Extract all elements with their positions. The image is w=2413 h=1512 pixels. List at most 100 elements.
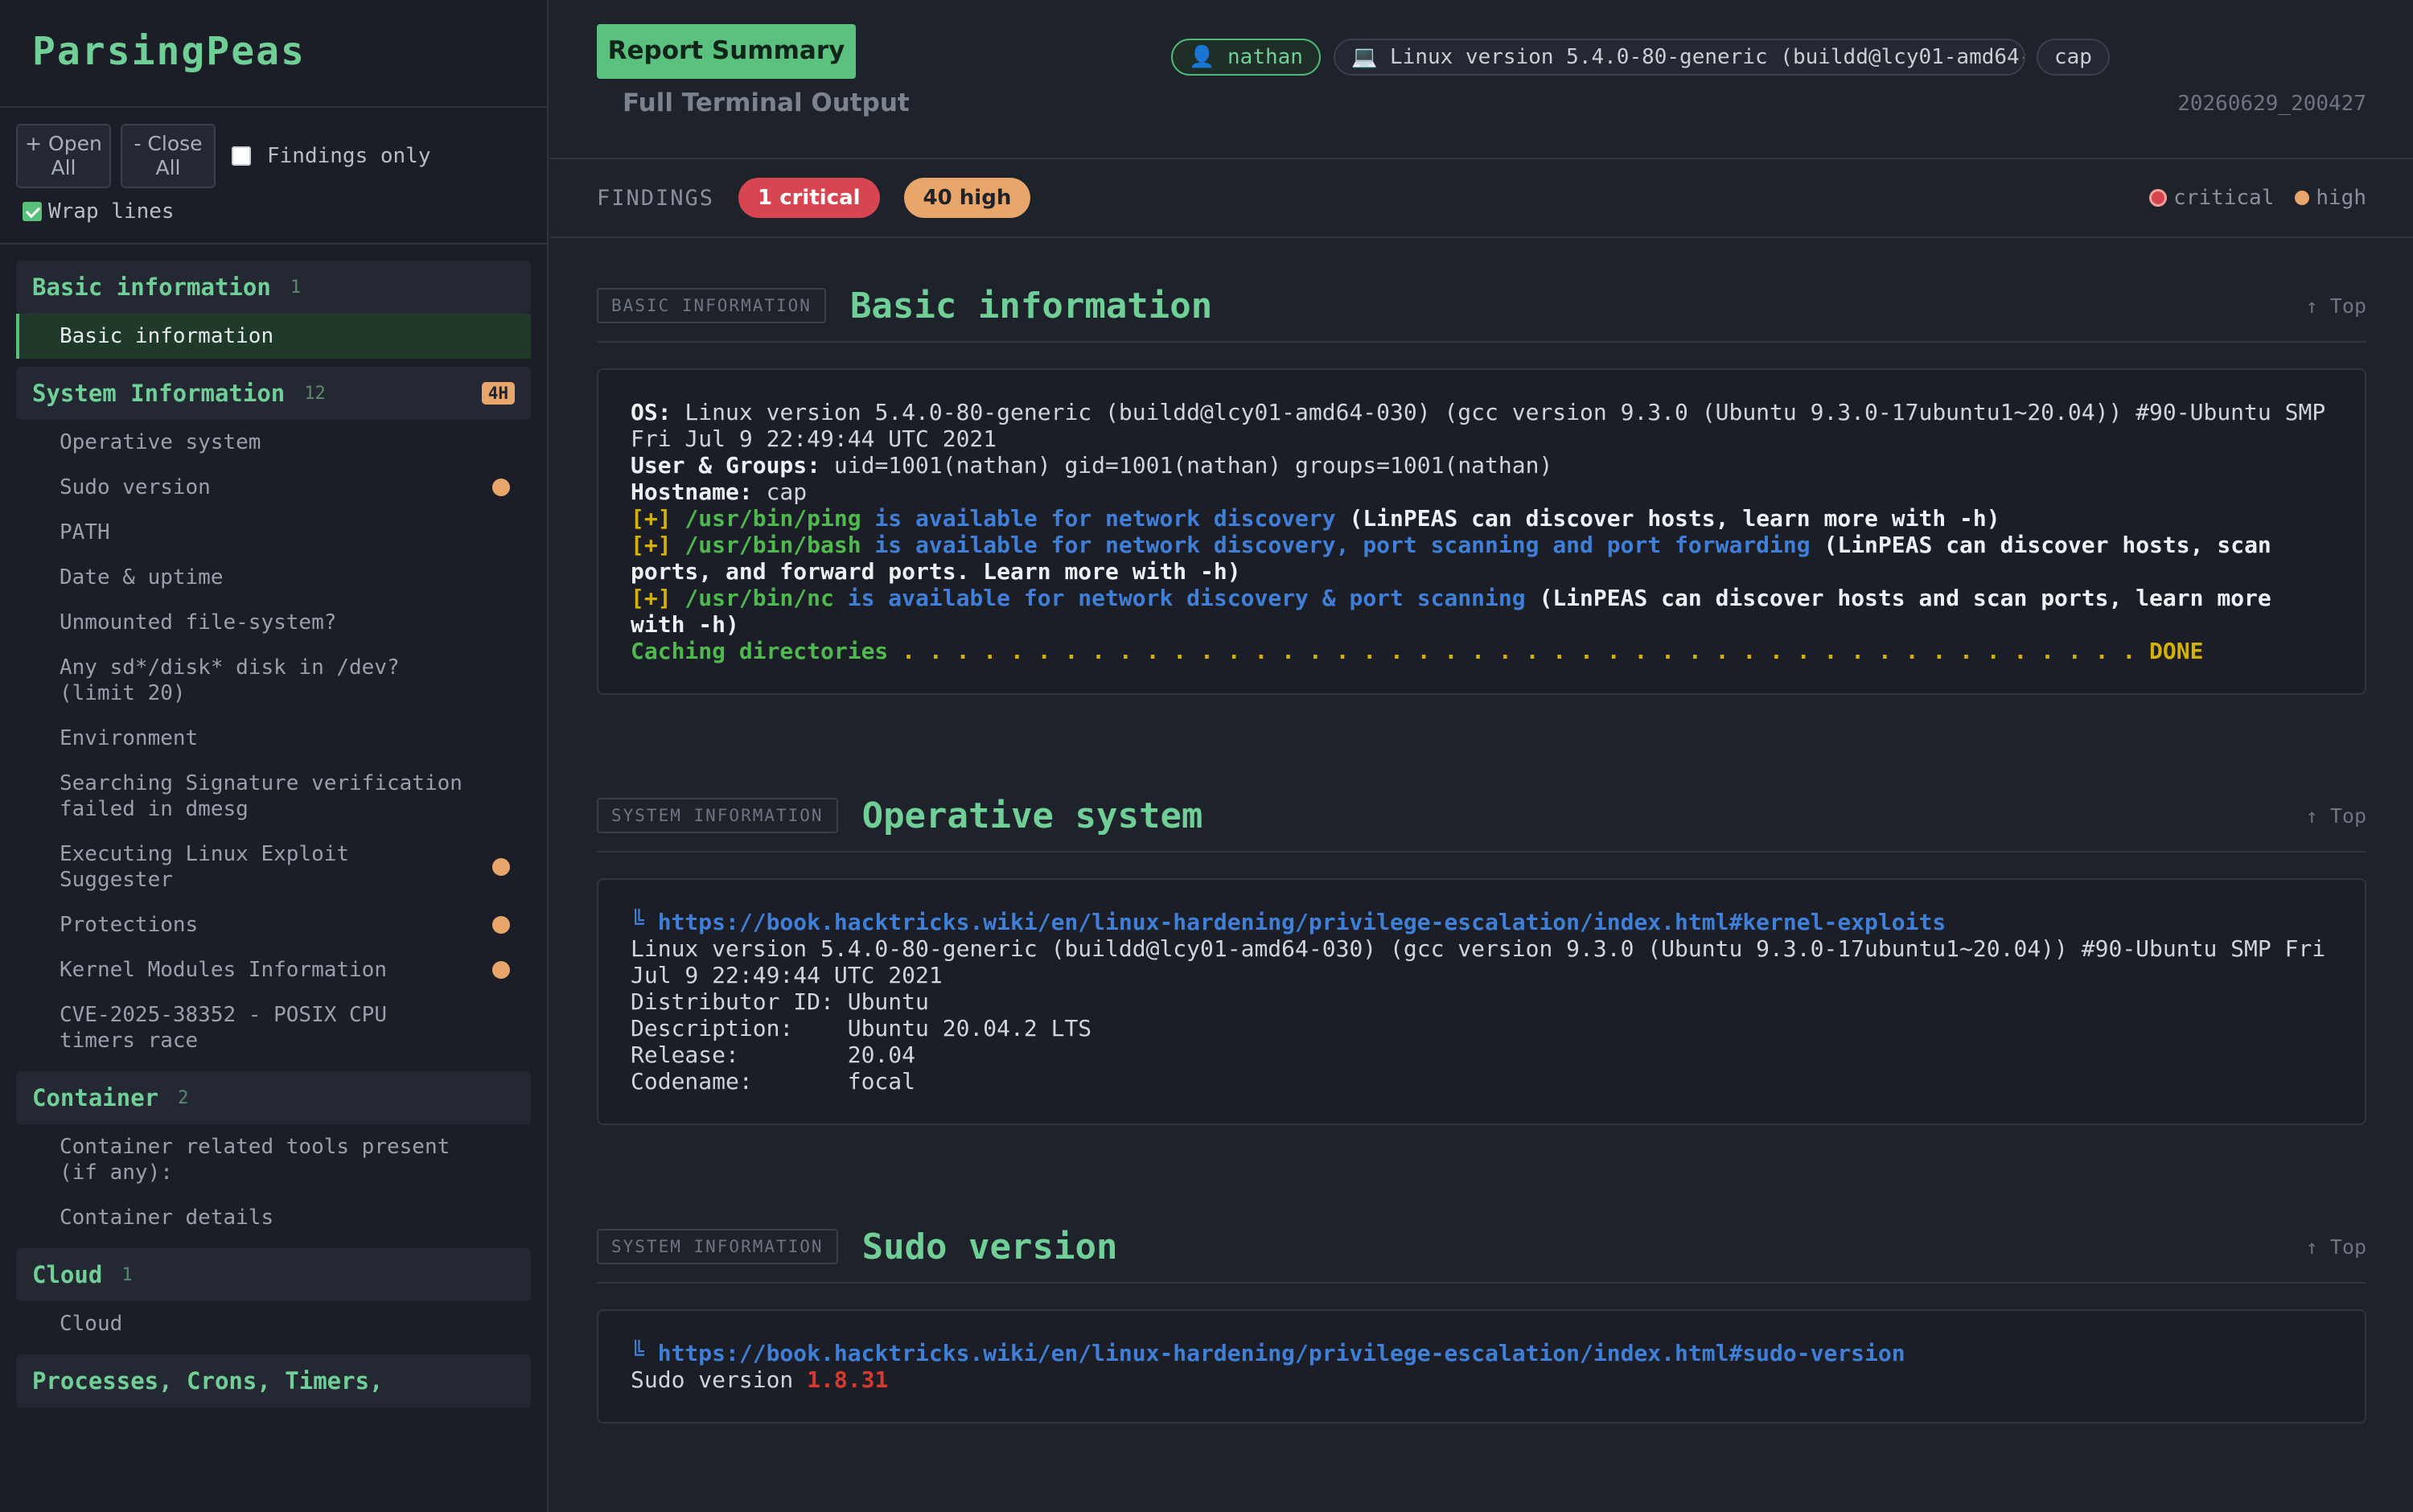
nav-item-label: Searching Signature verification failed … — [60, 771, 462, 821]
nav-group-basic-information[interactable]: Basic information 1 — [16, 261, 531, 314]
critical-legend-label: critical — [2173, 186, 2275, 210]
nav-item-label: Executing Linux Exploit Suggester — [60, 842, 350, 892]
back-to-top-link[interactable]: ↑ Top — [2306, 1235, 2366, 1259]
nav-group-count: 2 — [178, 1087, 189, 1108]
nav-item-label: Kernel Modules Information — [60, 958, 387, 982]
nav-item-environment[interactable]: Environment — [16, 716, 531, 761]
wrap-lines-label: Wrap lines — [48, 199, 175, 224]
output-line: User & Groups: uid=1001(nathan) gid=1001… — [631, 452, 1553, 479]
high-severity-dot — [492, 961, 510, 979]
high-count-badge[interactable]: 40 high — [903, 178, 1031, 218]
section-category-tag: SYSTEM INFORMATION — [597, 798, 838, 833]
findings-bar: FINDINGS 1 critical 40 high critical hig… — [550, 159, 2413, 238]
section-basic-information: BASIC INFORMATION Basic information ↑ To… — [597, 270, 2366, 695]
nav-item-basic-information[interactable]: Basic information — [16, 314, 531, 359]
nav-item-label: Basic information — [60, 324, 274, 348]
nav-item-cloud[interactable]: Cloud — [16, 1301, 531, 1346]
hostname-pill: cap — [2037, 39, 2110, 76]
user-pill: 👤 nathan — [1171, 39, 1321, 76]
nav-item-label: Container related tools present (if any)… — [60, 1135, 450, 1185]
nav-item-operative-system[interactable]: Operative system — [16, 420, 531, 465]
kernel-version: Linux version 5.4.0-80-generic (buildd@l… — [1390, 45, 2024, 69]
terminal-output: ╚ https://book.hacktricks.wiki/en/linux-… — [597, 1309, 2366, 1424]
output-line: [+] /usr/bin/ping is available for netwo… — [631, 505, 2000, 532]
severity-legend: critical high — [2149, 186, 2366, 210]
nav-item-container-details[interactable]: Container details — [16, 1195, 531, 1240]
nav-group-count: 12 — [304, 383, 326, 404]
report-timestamp: 20260629_200427 — [2177, 92, 2366, 116]
hacktricks-link[interactable]: https://book.hacktricks.wiki/en/linux-ha… — [658, 909, 1946, 935]
nav-group-cloud[interactable]: Cloud 1 — [16, 1248, 531, 1301]
nav-item-label: Unmounted file-system? — [60, 610, 337, 635]
output-line: Distributor ID: Ubuntu — [631, 988, 929, 1015]
top-bar: Report Summary Full Terminal Output 👤 na… — [550, 0, 2413, 159]
section-category-tag: SYSTEM INFORMATION — [597, 1229, 838, 1264]
findings-label: FINDINGS — [597, 185, 715, 211]
nav-item-protections[interactable]: Protections — [16, 902, 531, 947]
nav-item-signature-verification[interactable]: Searching Signature verification failed … — [16, 761, 531, 832]
output-line: Linux version 5.4.0-80-generic (buildd@l… — [631, 935, 2340, 988]
brand-logo: ParsingPeas — [0, 0, 547, 108]
nav-item-label: Any sd*/disk* disk in /dev? (limit 20) — [60, 655, 400, 705]
output-line: OS: Linux version 5.4.0-80-generic (buil… — [631, 399, 2340, 452]
laptop-icon: 💻 — [1351, 45, 1378, 69]
nav-group-title: Container — [32, 1084, 159, 1111]
wrap-lines-checkbox[interactable] — [23, 202, 42, 221]
nav-item-container-tools[interactable]: Container related tools present (if any)… — [16, 1124, 531, 1195]
nav-item-label: Environment — [60, 726, 199, 750]
section-header: SYSTEM INFORMATION Operative system ↑ To… — [597, 780, 2366, 853]
section-header: SYSTEM INFORMATION Sudo version ↑ Top — [597, 1211, 2366, 1284]
full-terminal-output-tab[interactable]: Full Terminal Output — [623, 88, 910, 117]
output-line: ╚ https://book.hacktricks.wiki/en/linux-… — [631, 1340, 2333, 1366]
section-title: Basic information — [849, 285, 1213, 327]
high-legend-label: high — [2316, 186, 2366, 210]
sudo-version-value: 1.8.31 — [807, 1366, 889, 1393]
sidebar-nav: Basic information 1 Basic information Sy… — [0, 244, 547, 1407]
section-header: BASIC INFORMATION Basic information ↑ To… — [597, 270, 2366, 343]
nav-item-label: Date & uptime — [60, 565, 224, 590]
nav-item-path[interactable]: PATH — [16, 510, 531, 555]
nav-group-title: Basic information — [32, 273, 271, 301]
nav-group-system-information[interactable]: System Information 12 4H — [16, 367, 531, 420]
critical-legend-dot — [2149, 189, 2168, 207]
open-all-button[interactable]: + Open All — [16, 124, 111, 188]
close-all-button[interactable]: - Close All — [121, 124, 216, 188]
nav-item-cve-2025-38352[interactable]: CVE-2025-38352 - POSIX CPU timers race — [16, 992, 531, 1063]
section-operative-system: SYSTEM INFORMATION Operative system ↑ To… — [597, 780, 2366, 1125]
output-line: Release: 20.04 — [631, 1042, 916, 1068]
sidebar: ParsingPeas + Open All - Close All Findi… — [0, 0, 549, 1512]
corner-icon: ╚ — [631, 1340, 658, 1366]
nav-item-label: Operative system — [60, 430, 261, 454]
nav-group-title: System Information — [32, 380, 286, 407]
terminal-output: OS: Linux version 5.4.0-80-generic (buil… — [597, 368, 2366, 695]
hacktricks-link[interactable]: https://book.hacktricks.wiki/en/linux-ha… — [658, 1340, 1905, 1366]
nav-item-date-uptime[interactable]: Date & uptime — [16, 555, 531, 600]
nav-item-disks[interactable]: Any sd*/disk* disk in /dev? (limit 20) — [16, 645, 531, 716]
nav-item-sudo-version[interactable]: Sudo version — [16, 465, 531, 510]
critical-count-badge[interactable]: 1 critical — [738, 178, 880, 218]
report-summary-button[interactable]: Report Summary — [597, 24, 856, 79]
nav-item-label: Container details — [60, 1206, 274, 1230]
nav-group-container[interactable]: Container 2 — [16, 1071, 531, 1124]
terminal-output: ╚ https://book.hacktricks.wiki/en/linux-… — [597, 878, 2366, 1125]
nav-group-title: Processes, Crons, Timers, — [32, 1367, 384, 1395]
high-severity-dot — [492, 916, 510, 934]
nav-item-unmounted-fs[interactable]: Unmounted file-system? — [16, 600, 531, 645]
output-line: Codename: focal — [631, 1068, 916, 1095]
high-legend-dot — [2295, 191, 2310, 205]
user-icon: 👤 — [1189, 45, 1215, 69]
section-title: Operative system — [861, 795, 1203, 836]
findings-only-checkbox[interactable] — [232, 146, 251, 166]
back-to-top-link[interactable]: ↑ Top — [2306, 804, 2366, 828]
nav-group-processes[interactable]: Processes, Crons, Timers, — [16, 1354, 531, 1407]
main-content: Report Summary Full Terminal Output 👤 na… — [550, 0, 2413, 1512]
nav-group-count: 1 — [121, 1264, 133, 1285]
section-title: Sudo version — [861, 1226, 1118, 1268]
output-line: [+] /usr/bin/nc is available for network… — [631, 585, 2285, 638]
nav-item-kernel-modules[interactable]: Kernel Modules Information — [16, 947, 531, 992]
high-severity-dot — [492, 858, 510, 876]
section-sudo-version: SYSTEM INFORMATION Sudo version ↑ Top ╚ … — [597, 1211, 2366, 1424]
back-to-top-link[interactable]: ↑ Top — [2306, 294, 2366, 318]
nav-item-exploit-suggester[interactable]: Executing Linux Exploit Suggester — [16, 832, 531, 902]
findings-only-label: Findings only — [267, 144, 431, 168]
